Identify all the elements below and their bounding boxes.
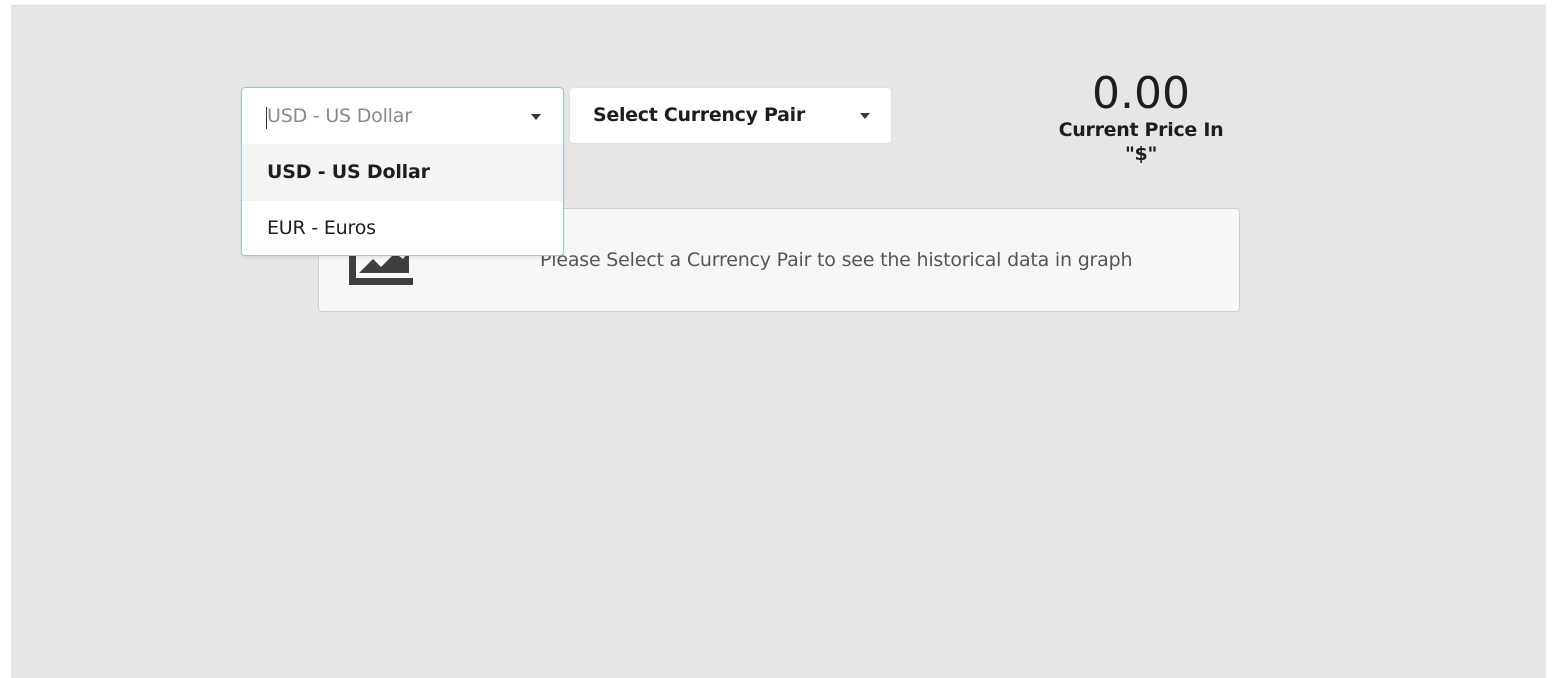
chevron-down-icon[interactable] — [860, 113, 870, 119]
base-currency-option-eur[interactable]: EUR - Euros — [242, 200, 563, 256]
app-container: Please Select a Currency Pair to see the… — [11, 5, 1546, 678]
option-label: EUR - Euros — [267, 217, 376, 239]
base-currency-option-usd[interactable]: USD - US Dollar — [242, 144, 563, 200]
current-price-caption: Current Price In "$" — [1058, 119, 1224, 165]
option-label: USD - US Dollar — [267, 161, 430, 183]
base-currency-search-input[interactable]: USD - US Dollar — [242, 88, 563, 144]
currency-pair-label: Select Currency Pair — [593, 104, 805, 126]
current-price-display: 0.00 Current Price In "$" — [1041, 70, 1241, 166]
info-message: Please Select a Currency Pair to see the… — [540, 249, 1133, 271]
current-price-value: 0.00 — [1092, 68, 1190, 119]
base-currency-search-text: USD - US Dollar — [267, 105, 412, 127]
base-currency-dropdown[interactable]: USD - US Dollar USD - US Dollar EUR - Eu… — [241, 87, 564, 256]
chevron-down-icon[interactable] — [531, 114, 541, 120]
currency-pair-dropdown[interactable]: Select Currency Pair — [569, 87, 892, 144]
